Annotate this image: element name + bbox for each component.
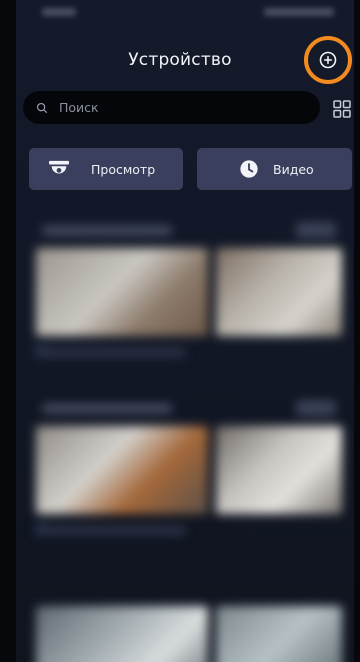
camera-thumbnail[interactable] — [36, 248, 208, 336]
device-menu-placeholder — [296, 222, 336, 238]
camera-thumbnail[interactable] — [36, 606, 208, 662]
search-input[interactable] — [57, 99, 301, 116]
grid-view-button[interactable] — [332, 99, 352, 119]
status-bar-left — [42, 8, 76, 16]
search-bar[interactable] — [23, 91, 320, 124]
status-bar — [16, 0, 354, 26]
search-icon — [35, 101, 49, 115]
plus-circle-icon — [319, 51, 337, 69]
grid-icon — [333, 100, 351, 118]
camera-thumbnail[interactable] — [216, 248, 342, 336]
camera-icon — [45, 158, 73, 180]
camera-thumbnail[interactable] — [216, 606, 342, 662]
clock-icon — [235, 158, 263, 180]
video-playback-label: Видео — [273, 161, 314, 177]
device-name-placeholder — [42, 226, 172, 235]
device-status-placeholder — [36, 348, 186, 357]
device-card[interactable] — [30, 400, 350, 570]
device-card[interactable] — [30, 222, 350, 392]
status-bar-right — [264, 8, 334, 16]
live-view-button[interactable]: Просмотр — [29, 148, 183, 190]
device-name-placeholder — [42, 404, 172, 413]
add-device-button[interactable] — [304, 36, 352, 84]
camera-thumbnail[interactable] — [36, 426, 208, 514]
device-status-placeholder — [36, 526, 186, 535]
live-view-label: Просмотр — [91, 161, 156, 177]
device-screen: Устройство Поиск Просмотр Видео — [0, 0, 360, 662]
video-playback-button[interactable]: Видео — [197, 148, 352, 190]
camera-thumbnail[interactable] — [216, 426, 342, 514]
device-menu-placeholder — [296, 400, 336, 416]
device-card[interactable] — [30, 582, 350, 662]
